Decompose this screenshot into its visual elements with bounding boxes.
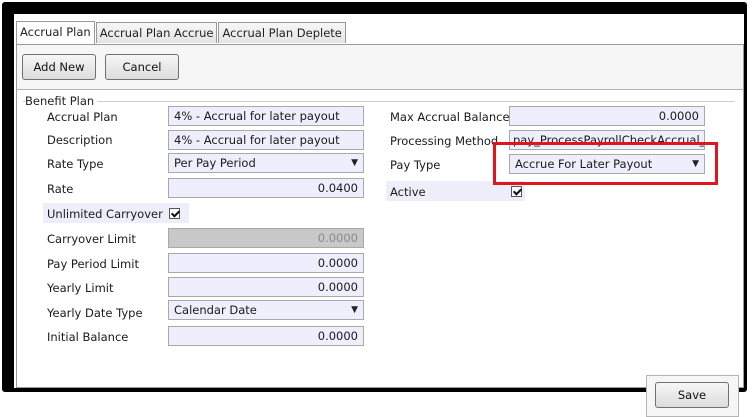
yearly-date-type-select[interactable]: Calendar Date ▼ (168, 300, 364, 320)
accrual-plan-field[interactable]: 4% - Accrual for later payout (168, 106, 364, 126)
tab-accrual-plan-deplete[interactable]: Accrual Plan Deplete (218, 22, 346, 43)
active-label: Active (390, 185, 426, 199)
tab-accrual-plan[interactable]: Accrual Plan (16, 21, 95, 44)
max-accrual-balance-label: Max Accrual Balance (390, 110, 510, 124)
accrual-plan-label: Accrual Plan (47, 110, 118, 124)
tab-strip: Accrual Plan Accrual Plan Accrue Accrual… (16, 21, 347, 44)
initial-balance-field[interactable]: 0.0000 (168, 326, 364, 346)
max-accrual-balance-field[interactable]: 0.0000 (509, 106, 705, 126)
description-field[interactable]: 4% - Accrual for later payout (168, 130, 364, 150)
tab-accrual-plan-accrue[interactable]: Accrual Plan Accrue (95, 22, 218, 43)
save-button[interactable]: Save (655, 382, 729, 408)
yearly-date-type-label: Yearly Date Type (47, 306, 143, 320)
pay-type-label: Pay Type (390, 158, 441, 172)
yearly-date-type-value: Calendar Date (174, 303, 257, 317)
group-divider (23, 101, 735, 102)
rate-field[interactable]: 0.0400 (168, 178, 364, 198)
processing-method-label: Processing Method (390, 134, 499, 148)
carryover-limit-field: 0.0000 (168, 228, 364, 248)
rate-type-select[interactable]: Per Pay Period ▼ (168, 153, 364, 173)
chevron-down-icon: ▼ (351, 158, 358, 168)
description-label: Description (47, 133, 113, 147)
cancel-button[interactable]: Cancel (105, 54, 179, 80)
initial-balance-label: Initial Balance (47, 330, 129, 344)
window-frame: Accrual Plan Accrual Plan Accrue Accrual… (2, 2, 747, 417)
tab-content: Add New Cancel Benefit Plan Accrual Plan… (16, 44, 744, 417)
carryover-limit-label: Carryover Limit (47, 232, 136, 246)
rate-label: Rate (47, 182, 74, 196)
toolbar: Add New Cancel (17, 45, 743, 90)
pay-period-limit-field[interactable]: 0.0000 (168, 253, 364, 273)
accrual-plan-window: Accrual Plan Accrual Plan Accrue Accrual… (14, 14, 744, 417)
yearly-limit-field[interactable]: 0.0000 (168, 277, 364, 297)
chevron-down-icon: ▼ (351, 305, 358, 315)
unlimited-carryover-label: Unlimited Carryover (47, 207, 163, 221)
rate-type-label: Rate Type (47, 157, 104, 171)
benefit-plan-group-title: Benefit Plan (25, 94, 98, 108)
save-panel: Save (646, 375, 739, 417)
active-checkbox[interactable] (511, 186, 522, 197)
unlimited-carryover-checkbox[interactable] (169, 208, 180, 219)
highlight-box (493, 142, 718, 185)
add-new-button[interactable]: Add New (22, 54, 96, 80)
yearly-limit-label: Yearly Limit (47, 281, 114, 295)
pay-period-limit-label: Pay Period Limit (47, 257, 139, 271)
rate-type-value: Per Pay Period (174, 156, 256, 170)
